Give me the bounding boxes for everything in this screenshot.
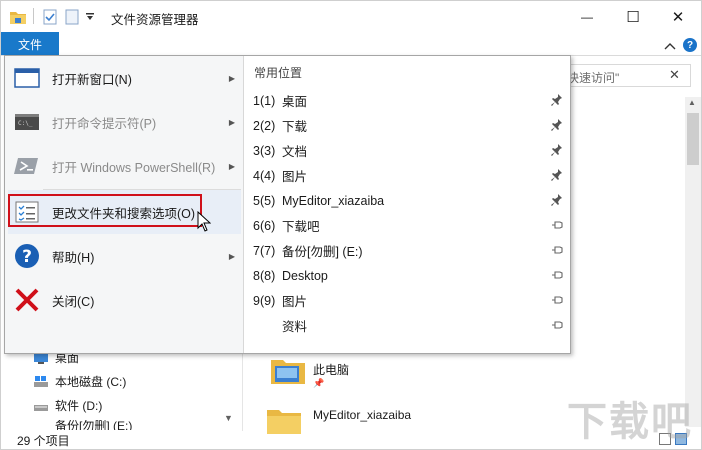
watermark-logo: 下载吧 <box>567 399 693 445</box>
frequent-place-name: 图片 <box>282 170 308 184</box>
content-item-label[interactable]: MyEditor_xiazaiba <box>313 408 411 422</box>
maximize-button[interactable]: ☐ <box>610 1 656 32</box>
menu-item-help[interactable]: ? 帮助(H) ▶ <box>8 234 241 278</box>
menu-item-open-new-window[interactable]: 打开新窗口(N) ▶ <box>8 56 241 100</box>
unpinned-icon[interactable] <box>551 218 563 232</box>
frequent-place-name: 文档 <box>282 145 308 159</box>
nav-item-drive-c[interactable]: 本地磁盘 (C:) <box>33 373 126 390</box>
frequent-place-name: Desktop <box>282 268 328 283</box>
frequent-place-item[interactable]: 4(4) 图片 <box>244 163 570 188</box>
pinned-icon[interactable] <box>551 168 563 182</box>
close-icon <box>15 288 39 312</box>
search-value: 快速访问" <box>567 71 620 85</box>
this-pc-folder-icon <box>271 360 305 384</box>
menu-item-open-command-prompt[interactable]: C:\_ 打开命令提示符(P) ▶ <box>8 100 241 144</box>
properties-icon[interactable] <box>43 7 57 27</box>
menu-item-label: 帮助(H) <box>52 250 95 265</box>
nav-item-label: 软件 (D:) <box>55 399 103 413</box>
frequent-place-item[interactable]: 8(8) Desktop <box>244 263 570 288</box>
scroll-up-arrow-icon[interactable]: ▲ <box>688 98 696 107</box>
submenu-arrow-icon: ▶ <box>228 117 235 127</box>
powershell-icon <box>14 158 38 174</box>
submenu-arrow-icon: ▶ <box>228 73 235 83</box>
frequent-place-name: 资料 <box>282 320 308 334</box>
title-bar: 文件资源管理器 — ☐ ✕ <box>1 1 701 32</box>
new-folder-icon[interactable] <box>65 7 79 27</box>
item-count: 29 个项目 <box>17 434 70 448</box>
frequent-place-number: 1(1) <box>253 93 276 108</box>
nav-item-drive-d[interactable]: 软件 (D:) <box>33 397 102 414</box>
frequent-place-item[interactable]: 7(7) 备份[勿删] (E:) <box>244 238 570 263</box>
nav-scroll-down-arrow-icon[interactable]: ▼ <box>224 413 233 423</box>
menu-item-label: 打开新窗口(N) <box>52 72 132 87</box>
unpinned-icon[interactable] <box>551 268 563 282</box>
frequent-place-number: 2(2) <box>253 118 276 133</box>
unpinned-icon[interactable] <box>551 318 563 332</box>
submenu-arrow-icon: ▶ <box>228 251 235 261</box>
frequent-place-name: 图片 <box>282 295 308 309</box>
command-prompt-icon: C:\_ <box>15 114 39 130</box>
frequent-place-number: 3(3) <box>253 143 276 158</box>
frequent-place-number: 7(7) <box>253 243 276 258</box>
frequent-place-name: MyEditor_xiazaiba <box>282 193 385 208</box>
frequent-place-number: 6(6) <box>253 218 276 233</box>
frequent-places-panel: 常用位置 1(1) 桌面 2(2) 下载 3(3) 文档 4(4) 图片 5(5) MyEdito… <box>244 56 570 353</box>
frequent-place-item[interactable]: 3(3) 文档 <box>244 138 570 163</box>
pinned-icon[interactable] <box>551 118 563 132</box>
menu-item-close[interactable]: 关闭(C) <box>8 278 241 322</box>
clear-search-icon[interactable]: ✕ <box>669 67 680 83</box>
svg-text:C:\_: C:\_ <box>18 120 33 127</box>
pinned-icon[interactable] <box>551 193 563 207</box>
window-title: 文件资源管理器 <box>111 13 199 27</box>
collapse-ribbon-icon[interactable] <box>664 39 676 53</box>
qat-separator <box>33 8 34 24</box>
frequent-place-number: 5(5) <box>253 193 276 208</box>
frequent-places-title: 常用位置 <box>254 66 303 80</box>
frequent-place-number: 8(8) <box>253 268 276 283</box>
mouse-cursor-icon <box>197 211 211 232</box>
menu-item-label: 关闭(C) <box>52 294 95 309</box>
file-menu: 打开新窗口(N) ▶ C:\_ 打开命令提示符(P) ▶ 打开 Windows … <box>4 55 571 354</box>
explorer-window: 文件资源管理器 — ☐ ✕ 文件 ? 快速访问" ✕ ▲ 桌面 本地磁盘 (C:… <box>0 0 702 450</box>
windows-drive-icon <box>34 375 48 387</box>
frequent-place-item[interactable]: 9(9) 图片 <box>244 288 570 313</box>
scrollbar-thumb[interactable] <box>687 113 699 165</box>
file-menu-commands: 打开新窗口(N) ▶ C:\_ 打开命令提示符(P) ▶ 打开 Windows … <box>5 56 243 353</box>
frequent-place-item[interactable]: 2(2) 下载 <box>244 113 570 138</box>
pane-divider[interactable] <box>242 341 243 431</box>
content-item-label[interactable]: 此电脑 <box>313 361 349 378</box>
frequent-place-number: 9(9) <box>253 293 276 308</box>
new-window-icon <box>14 68 40 88</box>
help-button[interactable]: ? <box>683 38 697 52</box>
pin-icon: 📌 <box>313 378 325 388</box>
minimize-button[interactable]: — <box>564 1 610 32</box>
frequent-place-item[interactable]: 1(1) 桌面 <box>244 88 570 113</box>
highlight-annotation-box <box>8 194 202 227</box>
menu-item-open-powershell[interactable]: 打开 Windows PowerShell(R) ▶ <box>8 144 241 188</box>
nav-item-label: 本地磁盘 (C:) <box>55 375 127 389</box>
help-icon: ? <box>15 244 39 268</box>
pinned-icon[interactable] <box>551 143 563 157</box>
tab-file[interactable]: 文件 <box>1 32 59 56</box>
frequent-places-list: 1(1) 桌面 2(2) 下载 3(3) 文档 4(4) 图片 5(5) MyEditor_xia… <box>244 88 570 338</box>
frequent-place-name: 下载 <box>282 120 308 134</box>
frequent-place-name: 桌面 <box>282 95 308 109</box>
submenu-arrow-icon: ▶ <box>228 161 235 171</box>
menu-item-label: 打开命令提示符(P) <box>52 116 157 131</box>
close-button[interactable]: ✕ <box>655 1 701 32</box>
menu-item-label: 打开 Windows PowerShell(R) <box>52 160 216 175</box>
svg-text:?: ? <box>22 247 32 267</box>
customize-qat-chevron-icon[interactable] <box>85 7 95 27</box>
frequent-place-item[interactable]: 6(6) 下载吧 <box>244 213 570 238</box>
quick-access-folder-icon[interactable] <box>9 7 27 27</box>
frequent-place-name: 下载吧 <box>282 220 320 234</box>
drive-icon <box>34 404 48 411</box>
frequent-place-item[interactable]: 资料 <box>244 313 570 338</box>
unpinned-icon[interactable] <box>551 293 563 307</box>
unpinned-icon[interactable] <box>551 243 563 257</box>
pinned-icon[interactable] <box>551 93 563 107</box>
frequent-place-name: 备份[勿删] (E:) <box>282 245 363 259</box>
frequent-place-number: 4(4) <box>253 168 276 183</box>
frequent-place-item[interactable]: 5(5) MyEditor_xiazaiba <box>244 188 570 213</box>
